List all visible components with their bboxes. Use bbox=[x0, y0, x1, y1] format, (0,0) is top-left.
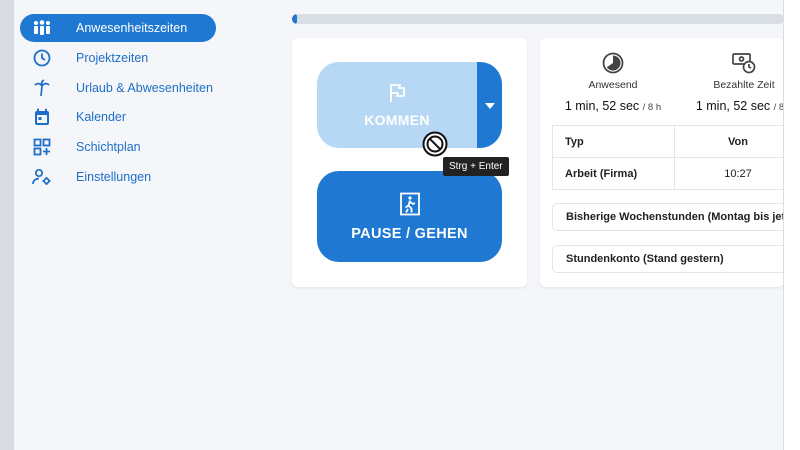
palm-tree-icon bbox=[32, 78, 52, 98]
pause-gehen-button[interactable]: PAUSE / GEHEN bbox=[317, 171, 502, 262]
grid-plus-icon bbox=[32, 137, 52, 157]
kommen-button[interactable]: KOMMEN bbox=[317, 62, 477, 148]
progress-bar bbox=[292, 14, 784, 24]
money-clock-icon bbox=[679, 52, 784, 74]
sidebar-item-label: Projektzeiten bbox=[76, 51, 149, 65]
present-label: Anwesend bbox=[588, 79, 638, 91]
time-summary-card: Anwesend 1 min, 52 sec / 8 h Bezahlte Ze… bbox=[540, 38, 784, 287]
hours-balance-accordion[interactable]: Stundenkonto (Stand gestern) bbox=[552, 245, 784, 273]
page-edge-right bbox=[783, 0, 800, 450]
kommen-label: KOMMEN bbox=[364, 111, 430, 128]
sidebar-item-einstellungen[interactable]: Einstellungen bbox=[20, 163, 216, 191]
time-entries-table: Typ Von Arbeit (Firma) 10:27 bbox=[552, 125, 784, 190]
table-row[interactable]: Arbeit (Firma) 10:27 bbox=[552, 157, 784, 190]
sidebar-item-urlaub[interactable]: Urlaub & Abwesenheiten bbox=[20, 74, 216, 102]
people-icon bbox=[32, 18, 52, 38]
flag-icon bbox=[387, 83, 407, 106]
sidebar-item-label: Einstellungen bbox=[76, 170, 152, 184]
sidebar-item-kalender[interactable]: Kalender bbox=[20, 103, 216, 131]
not-allowed-cursor-icon bbox=[422, 131, 448, 157]
progress-fill bbox=[292, 14, 297, 24]
paid-value: 1 min, 52 sec / 8 h bbox=[695, 99, 784, 113]
paid-time-stat: Bezahlte Zeit 1 min, 52 sec / 8 h bbox=[679, 52, 784, 113]
calendar-icon bbox=[32, 107, 52, 127]
table-header-row: Typ Von bbox=[552, 125, 784, 158]
clock-icon bbox=[32, 48, 52, 68]
cell-typ: Arbeit (Firma) bbox=[552, 157, 675, 190]
kommen-dropdown-button[interactable] bbox=[477, 62, 502, 148]
pause-gehen-label: PAUSE / GEHEN bbox=[351, 225, 468, 242]
hours-balance-label: Stundenkonto (Stand gestern) bbox=[566, 253, 724, 265]
present-time-stat: Anwesend 1 min, 52 sec / 8 h bbox=[548, 52, 678, 113]
exit-door-icon bbox=[399, 192, 421, 220]
present-value: 1 min, 52 sec / 8 h bbox=[564, 99, 662, 113]
sidebar-item-anwesenheitszeiten[interactable]: Anwesenheitszeiten bbox=[20, 14, 216, 42]
shortcut-tooltip: Strg + Enter bbox=[443, 157, 509, 176]
column-header-typ: Typ bbox=[552, 125, 675, 158]
sidebar-item-label: Anwesenheitszeiten bbox=[76, 21, 188, 35]
sidebar-item-schichtplan[interactable]: Schichtplan bbox=[20, 133, 216, 161]
sidebar-item-projektzeiten[interactable]: Projektzeiten bbox=[20, 44, 216, 72]
user-settings-icon bbox=[32, 167, 52, 187]
weekly-hours-label: Bisherige Wochenstunden (Montag bis jetz… bbox=[566, 211, 784, 223]
sidebar-item-label: Schichtplan bbox=[76, 140, 141, 154]
cell-von: 10:27 bbox=[674, 157, 784, 190]
sidebar-item-label: Kalender bbox=[76, 110, 127, 124]
sidebar-item-label: Urlaub & Abwesenheiten bbox=[76, 81, 213, 95]
half-clock-icon bbox=[548, 52, 678, 74]
weekly-hours-accordion[interactable]: Bisherige Wochenstunden (Montag bis jetz… bbox=[552, 203, 784, 231]
caret-down-icon bbox=[484, 96, 495, 114]
column-header-von: Von bbox=[674, 125, 784, 158]
page-edge bbox=[0, 0, 14, 450]
paid-label: Bezahlte Zeit bbox=[713, 79, 775, 91]
sidebar: Anwesenheitszeiten Projektzeiten Urlaub … bbox=[14, 0, 276, 450]
